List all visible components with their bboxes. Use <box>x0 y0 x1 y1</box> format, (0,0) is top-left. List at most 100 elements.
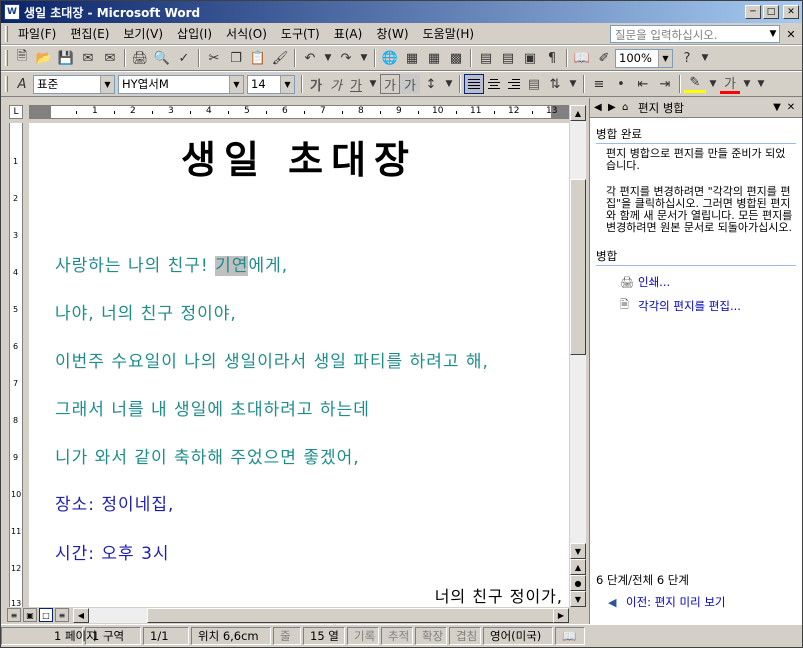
columns-icon[interactable]: ▤ <box>475 47 497 69</box>
show-hide-icon[interactable]: ¶ <box>541 47 563 69</box>
format-painter-icon[interactable]: 🖌 <box>269 47 291 69</box>
line-spacing-icon[interactable]: ⇅ <box>544 73 566 95</box>
undo-dropdown-icon[interactable]: ▼ <box>321 47 335 69</box>
menu-view[interactable]: 보기(V) <box>116 23 170 44</box>
char-scale-icon[interactable]: ↕ <box>420 73 442 95</box>
menu-edit[interactable]: 편집(E) <box>63 23 116 44</box>
align-right-button[interactable] <box>504 74 524 94</box>
menu-tools[interactable]: 도구(T) <box>274 23 327 44</box>
drawing-icon[interactable]: ▤ <box>497 47 519 69</box>
highlight-dropdown-icon[interactable]: ▼ <box>706 73 720 95</box>
spelling-status-icon[interactable]: 📖 <box>555 627 585 645</box>
font-size-combo[interactable]: 14 ▼ <box>247 74 295 94</box>
paste-icon[interactable]: 📋 <box>247 47 269 69</box>
menu-file[interactable]: 파일(F) <box>11 23 63 44</box>
numbering-icon[interactable]: ≡ <box>588 73 610 95</box>
bold-button[interactable]: 가 <box>306 74 326 94</box>
char-scale-dropdown-icon[interactable]: ▼ <box>442 73 456 95</box>
decrease-indent-icon[interactable]: ⇤ <box>632 73 654 95</box>
align-center-button[interactable] <box>484 74 504 94</box>
redo-dropdown-icon[interactable]: ▼ <box>357 47 371 69</box>
help-icon[interactable]: ? <box>676 47 698 69</box>
previous-page-icon[interactable]: ▲ <box>570 559 586 575</box>
scroll-right-icon[interactable]: ▶ <box>553 608 569 623</box>
tab-selector[interactable]: L <box>9 105 23 119</box>
forward-icon[interactable]: ▶ <box>608 102 622 113</box>
highlight-icon[interactable]: ✎ <box>684 75 706 93</box>
horizontal-scroll-thumb[interactable] <box>147 608 567 623</box>
minimize-button[interactable]: ─ <box>745 5 761 19</box>
status-page-count[interactable]: 1/1 <box>143 627 189 645</box>
menu-insert[interactable]: 삽입(I) <box>170 23 219 44</box>
font-size-dropdown-icon[interactable]: ▼ <box>280 75 294 93</box>
status-page[interactable]: 1 페이지 <box>1 627 97 645</box>
horizontal-ruler[interactable]: 1 2 3 4 5 6 7 8 9 10 11 12 13 <box>29 105 569 119</box>
status-section[interactable]: 1 구역 <box>85 627 141 645</box>
web-view-icon[interactable]: ▣ <box>23 608 37 622</box>
status-language[interactable]: 영어(미국) <box>483 627 553 645</box>
help-search-input[interactable]: 질문을 입력하십시오. <box>610 25 780 43</box>
open-folder-icon[interactable]: 📂 <box>33 47 55 69</box>
next-page-icon[interactable]: ▼ <box>570 591 586 607</box>
print-icon[interactable]: 🖨 <box>129 47 151 69</box>
underline-button[interactable]: 가 <box>346 74 366 94</box>
line-spacing-dropdown-icon[interactable]: ▼ <box>566 73 580 95</box>
toolbar-grip[interactable] <box>5 76 8 92</box>
toolbar-options-icon[interactable]: ▼ <box>698 47 712 69</box>
document-page[interactable]: 생일 초대장 사랑하는 나의 친구! 기연에게, 나야, 너의 친구 정이야, … <box>29 123 569 607</box>
char-border-button[interactable]: 가 <box>380 74 400 94</box>
permission-icon[interactable]: ✉ <box>77 47 99 69</box>
copy-icon[interactable]: ❐ <box>225 47 247 69</box>
word-icon[interactable]: W <box>4 4 20 20</box>
toolbar-options-icon[interactable]: ▼ <box>754 73 768 95</box>
merge-field-name[interactable]: 기연 <box>215 256 249 276</box>
pane-close-icon[interactable]: ✕ <box>784 102 798 113</box>
status-trk[interactable]: 추적 <box>381 627 413 645</box>
scroll-thumb[interactable] <box>570 179 586 355</box>
print-link[interactable]: 🖨 인쇄... <box>620 274 802 290</box>
spelling-icon[interactable]: ✓ <box>173 47 195 69</box>
tables-borders-icon[interactable]: ▦ <box>401 47 423 69</box>
help-dropdown-icon[interactable]: ▼ <box>766 25 780 43</box>
insert-table-icon[interactable]: ▦ <box>423 47 445 69</box>
menu-format[interactable]: 서식(O) <box>219 23 274 44</box>
style-dropdown-icon[interactable]: ▼ <box>100 75 114 93</box>
close-button[interactable]: ✕ <box>783 5 799 19</box>
back-icon[interactable]: ◀ <box>594 102 608 113</box>
maximize-button[interactable]: □ <box>763 5 779 19</box>
styles-formatting-icon[interactable]: A <box>11 73 33 95</box>
menu-table[interactable]: 표(A) <box>327 23 370 44</box>
print-layout-icon[interactable]: □ <box>39 608 53 622</box>
insert-excel-icon[interactable]: ▩ <box>445 47 467 69</box>
horizontal-scrollbar[interactable]: ◀ ▶ <box>73 608 569 623</box>
align-justify-button[interactable] <box>464 74 484 94</box>
menu-help[interactable]: 도움말(H) <box>416 23 482 44</box>
normal-view-icon[interactable]: ≡ <box>7 608 21 622</box>
status-position[interactable]: 위치 6,6cm <box>191 627 271 645</box>
toolbar-grip[interactable] <box>5 50 8 66</box>
cut-icon[interactable]: ✂ <box>203 47 225 69</box>
status-column[interactable]: 15 열 <box>303 627 345 645</box>
toolbar-grip[interactable] <box>5 25 8 42</box>
hyperlink-icon[interactable]: 🌐 <box>379 47 401 69</box>
status-rec[interactable]: 기록 <box>347 627 379 645</box>
increase-indent-icon[interactable]: ⇥ <box>654 73 676 95</box>
menu-window[interactable]: 창(W) <box>369 23 415 44</box>
redo-icon[interactable]: ↷ <box>335 47 357 69</box>
vertical-ruler[interactable]: 1 2 3 4 5 6 7 8 9 10 11 12 13 <box>9 123 23 608</box>
vertical-scrollbar[interactable]: ▲ ▼ ▲ ● ▼ <box>569 105 586 607</box>
document-close-icon[interactable]: ✕ <box>784 27 798 41</box>
bullets-icon[interactable]: • <box>610 73 632 95</box>
font-color-dropdown-icon[interactable]: ▼ <box>740 73 754 95</box>
browse-object-icon[interactable]: ● <box>570 575 586 591</box>
scroll-left-icon[interactable]: ◀ <box>73 608 89 623</box>
zoom-combo[interactable]: 100% ▼ <box>615 48 673 68</box>
home-icon[interactable]: ⌂ <box>622 102 636 113</box>
zoom-dropdown-icon[interactable]: ▼ <box>658 49 672 67</box>
save-icon[interactable]: 💾 <box>55 47 77 69</box>
italic-button[interactable]: 가 <box>326 74 346 94</box>
edit-letters-link[interactable]: 🗎 각각의 편지를 편집... <box>620 296 802 315</box>
scroll-up-icon[interactable]: ▲ <box>570 105 586 121</box>
new-document-icon[interactable]: 🗎 <box>11 47 33 69</box>
status-line[interactable]: 줄 <box>273 627 301 645</box>
